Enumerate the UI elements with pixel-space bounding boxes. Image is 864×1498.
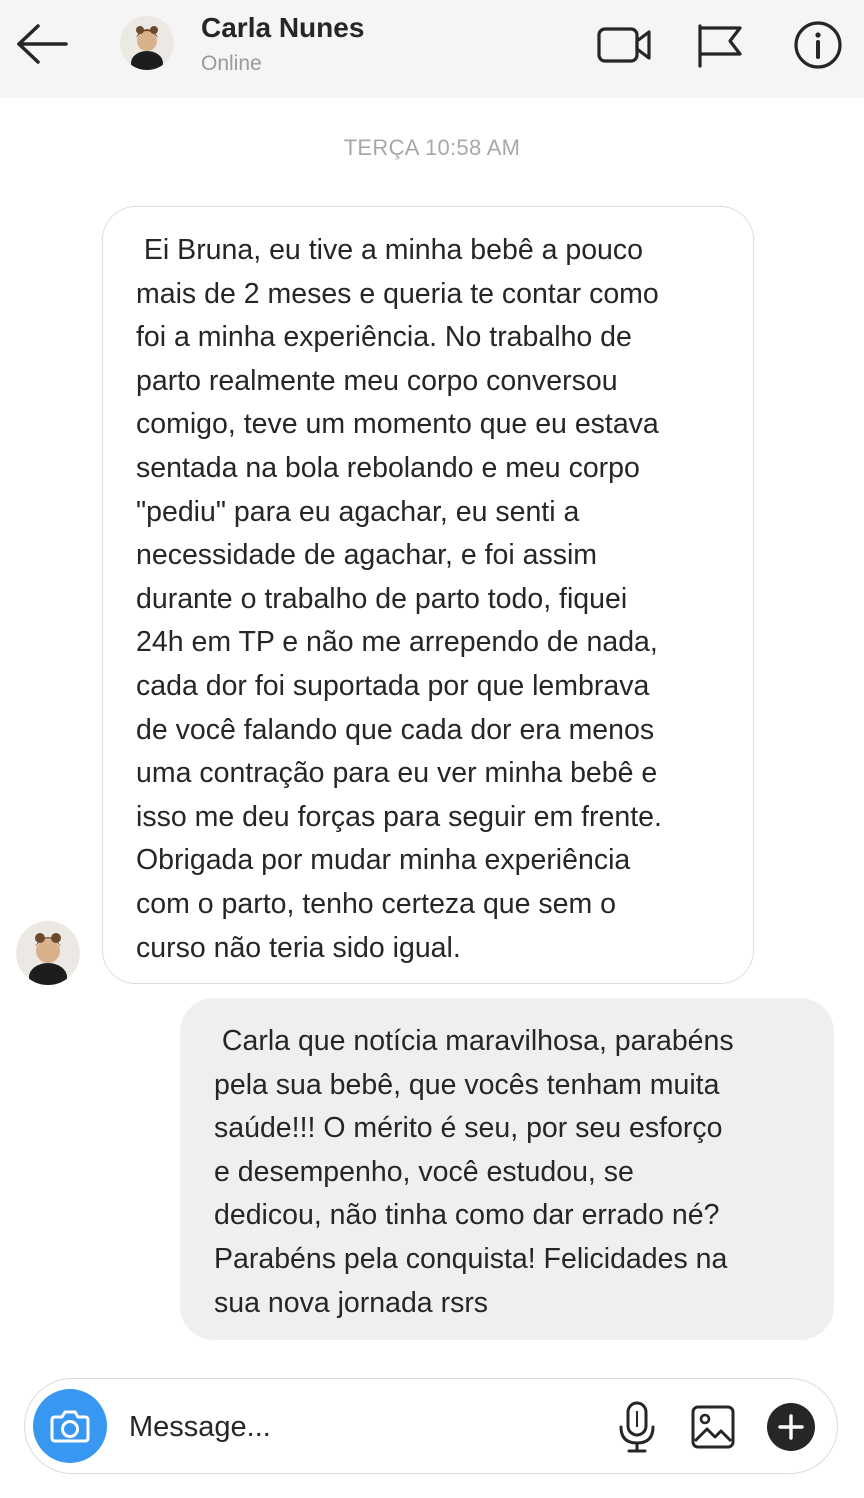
incoming-message-bubble[interactable]: Ei Bruna, eu tive a minha bebê a pouco m…	[102, 206, 754, 984]
thread-timestamp: TERÇA 10:58 AM	[343, 135, 521, 160]
back-button[interactable]	[14, 18, 70, 70]
gallery-button[interactable]	[689, 1399, 737, 1455]
outgoing-message-text: Carla que notícia maravilhosa, parabéns …	[214, 1025, 734, 1319]
flag-icon	[698, 24, 742, 68]
info-button[interactable]	[792, 18, 844, 72]
camera-button[interactable]	[33, 1389, 107, 1463]
image-icon	[691, 1405, 735, 1449]
message-input[interactable]	[129, 1399, 599, 1455]
arrow-left-icon	[17, 24, 68, 64]
info-icon	[794, 21, 842, 69]
video-camera-icon	[597, 27, 651, 63]
video-call-button[interactable]	[594, 18, 654, 72]
contact-avatar[interactable]	[120, 16, 174, 70]
report-button[interactable]	[694, 18, 746, 72]
camera-icon	[50, 1410, 90, 1443]
message-composer	[24, 1378, 838, 1474]
contact-name[interactable]: Carla Nunes	[201, 12, 364, 44]
contact-status: Online	[201, 52, 262, 75]
microphone-icon	[619, 1401, 655, 1453]
chat-header: Carla Nunes Online	[0, 0, 864, 98]
outgoing-message-bubble[interactable]: Carla que notícia maravilhosa, parabéns …	[180, 998, 834, 1340]
more-button[interactable]	[765, 1399, 817, 1455]
incoming-message-text: Ei Bruna, eu tive a minha bebê a pouco m…	[136, 234, 662, 964]
sender-avatar[interactable]	[16, 921, 80, 985]
plus-circle-icon	[767, 1403, 815, 1451]
voice-message-button[interactable]	[617, 1399, 657, 1455]
